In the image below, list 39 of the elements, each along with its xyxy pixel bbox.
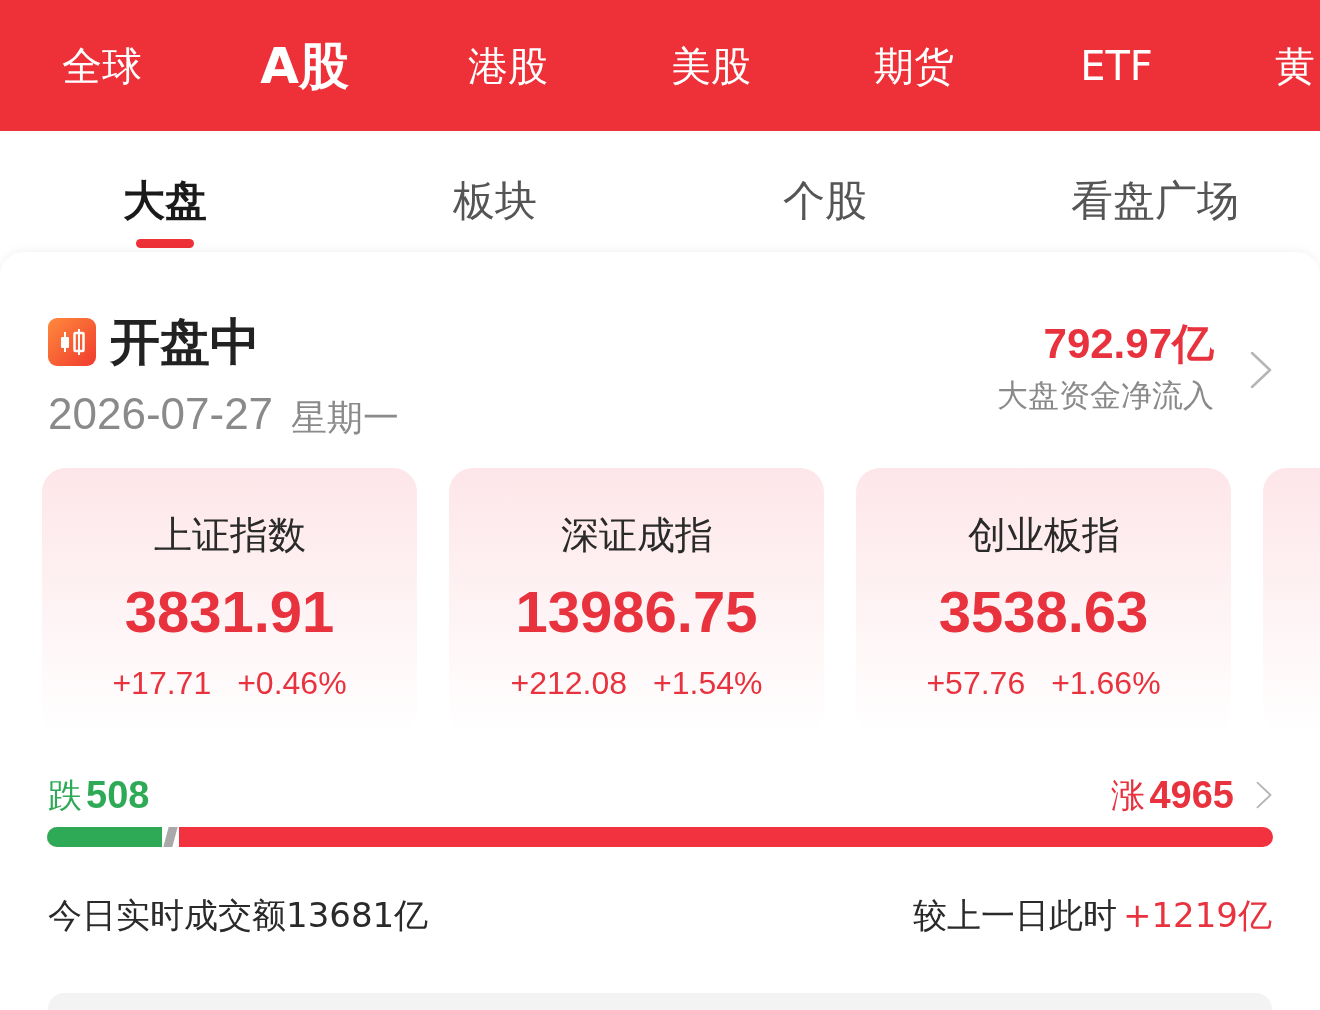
index-value: 13986.75 [515, 578, 758, 646]
index-change: +212.08 [510, 664, 628, 703]
index-name: 上证指数 [153, 512, 306, 559]
weekday: 星期一 [291, 400, 400, 436]
index-change-percent: +1.54% [653, 664, 763, 703]
session-date: 2026-07-27 [48, 392, 274, 436]
market-tab[interactable]: 港股 [467, 45, 548, 86]
tab-underline [136, 239, 194, 248]
candlestick-icon [48, 318, 96, 366]
index-change: +57.76 [926, 664, 1026, 703]
index-value: 3831.91 [124, 578, 335, 646]
market-tab[interactable]: 黄 [1275, 45, 1315, 86]
market-tab[interactable]: 全球 [61, 45, 142, 86]
advance-label: 涨 [1111, 778, 1146, 812]
view-tab[interactable]: 板块 [453, 171, 537, 231]
index-change: +17.71 [112, 664, 212, 703]
chevron-right-icon[interactable] [1250, 351, 1272, 389]
market-tab[interactable]: 期货 [873, 45, 954, 86]
market-tab[interactable]: 美股 [670, 45, 751, 86]
decline-count: 508 [86, 776, 150, 814]
net-inflow-label: 大盘资金净流入 [997, 376, 1214, 415]
view-tab[interactable]: 个股 [783, 171, 867, 231]
view-tab[interactable]: 看盘广场 [1071, 171, 1239, 231]
chevron-right-icon[interactable] [1256, 780, 1272, 810]
session-status: 开盘中 [110, 317, 260, 367]
net-inflow-value: 792.97亿 [1043, 323, 1214, 365]
turnover-text: 今日实时成交额13681亿 [48, 898, 429, 932]
index-change-percent: +0.46% [237, 664, 347, 703]
compare-value: +1219亿 [1123, 898, 1272, 932]
market-tab[interactable]: ETF [1080, 45, 1153, 86]
view-tab[interactable]: 大盘 [123, 171, 207, 231]
index-value: 3538.63 [938, 578, 1149, 646]
index-change-percent: +1.66% [1051, 664, 1161, 703]
index-name: 创业板指 [967, 512, 1120, 559]
advance-count: 4965 [1149, 776, 1234, 814]
index-name: 深证成指 [560, 512, 713, 559]
compare-label: 较上一日此时 [913, 898, 1117, 932]
market-tab[interactable]: A股 [260, 40, 349, 91]
decline-label: 跌 [48, 778, 82, 812]
